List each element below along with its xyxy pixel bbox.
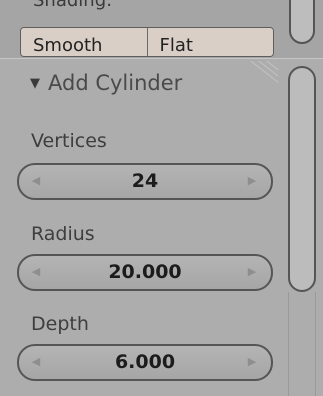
resize-grip-icon[interactable] (238, 61, 278, 99)
radius-label: Radius (31, 223, 95, 245)
depth-field[interactable]: ◀ 6.000 ▶ (17, 344, 273, 381)
shading-toggle-group: Smooth Flat (20, 27, 274, 57)
vertices-value[interactable]: 24 (19, 170, 271, 192)
smooth-button[interactable]: Smooth (21, 28, 147, 56)
scrollbar-track[interactable] (288, 292, 316, 396)
depth-value[interactable]: 6.000 (19, 351, 271, 373)
arrow-right-icon[interactable]: ▶ (245, 355, 259, 368)
panel-header[interactable]: ▼ Add Cylinder (30, 71, 182, 95)
radius-value[interactable]: 20.000 (19, 261, 271, 283)
upper-scrollbar-thumb[interactable] (289, 0, 315, 44)
shading-label: Shading: (33, 0, 113, 11)
flat-button[interactable]: Flat (146, 28, 273, 56)
radius-field[interactable]: ◀ 20.000 ▶ (17, 254, 273, 291)
arrow-right-icon[interactable]: ▶ (245, 265, 259, 278)
tool-properties-panel: Shading: Smooth Flat ▼ Add Cylinder Vert… (0, 0, 323, 396)
vertices-field[interactable]: ◀ 24 ▶ (17, 163, 273, 200)
shading-section: Shading: Smooth Flat (0, 0, 323, 58)
depth-label: Depth (31, 313, 89, 335)
scrollbar-thumb[interactable] (288, 66, 316, 292)
triangle-down-icon[interactable]: ▼ (30, 76, 40, 91)
panel-title: Add Cylinder (48, 71, 183, 95)
arrow-right-icon[interactable]: ▶ (245, 174, 259, 187)
vertices-label: Vertices (31, 130, 107, 152)
